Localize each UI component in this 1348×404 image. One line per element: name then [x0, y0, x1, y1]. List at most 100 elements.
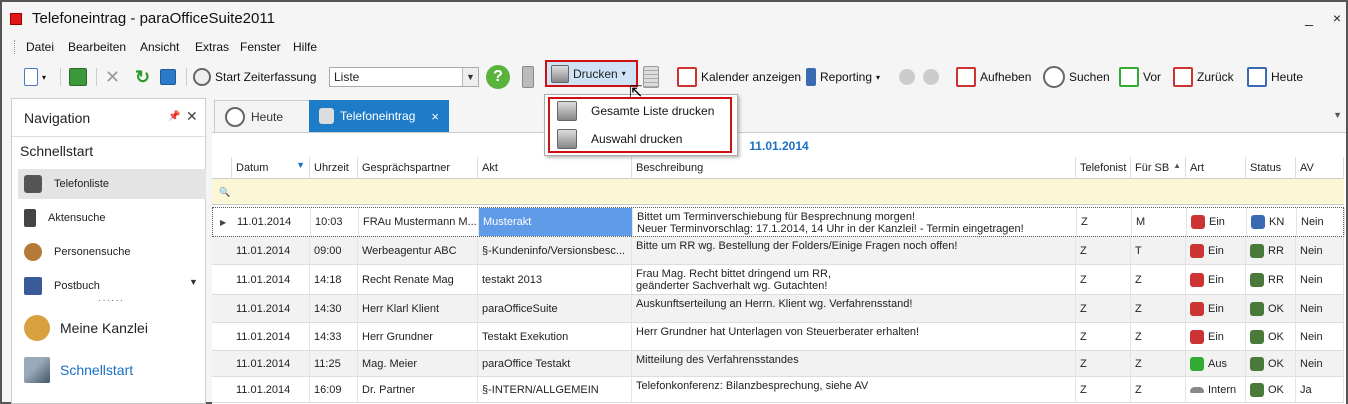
nav-item-aktensuche[interactable]: Aktensuche	[18, 203, 206, 233]
filter-row[interactable]: 🔍	[212, 179, 1344, 205]
reporting-button[interactable]: Reporting ▾	[806, 65, 880, 89]
cell-beschreibung: Frau Mag. Recht bittet dringend um RR, g…	[632, 265, 1076, 294]
telefon-grid: 11.01.2014 Datum ▼ Uhrzeit Gesprächspartn…	[212, 132, 1346, 404]
report-icon	[806, 68, 816, 86]
clock-icon	[225, 106, 245, 127]
highlight-box	[548, 97, 732, 153]
calendar-today-icon	[1247, 67, 1267, 87]
status-label: OK	[1268, 383, 1284, 396]
chevron-down-icon[interactable]: ▼	[1333, 110, 1342, 120]
column-header-art[interactable]: Art	[1186, 157, 1246, 179]
cell-beschreibung: Auskunftserteilung an Herrn. Klient wg. …	[632, 295, 1076, 322]
column-header-akt[interactable]: Akt	[478, 157, 632, 179]
phone-in-icon	[1190, 301, 1204, 316]
nav-meine-kanzlei[interactable]: Meine Kanzlei	[24, 311, 148, 345]
table-row[interactable]: 11.01.2014 11:25 Mag. Meier paraOffice T…	[212, 351, 1344, 377]
window-title: Telefoneintrag - paraOfficeSuite2011	[32, 10, 275, 27]
cell-uhrzeit: 16:09	[310, 377, 358, 402]
cell-akt: §-INTERN/ALLGEMEIN	[478, 377, 632, 402]
kalender-anzeigen-button[interactable]: Kalender anzeigen	[677, 65, 801, 89]
refresh-button[interactable]: ↻	[135, 65, 150, 89]
cell-telefonist: Z	[1076, 351, 1131, 376]
cell-uhrzeit: 14:33	[310, 323, 358, 350]
heute-button[interactable]: Heute	[1247, 65, 1303, 89]
arrow-down-icon	[923, 69, 939, 85]
drucken-button[interactable]: Drucken ▾	[545, 60, 638, 87]
cell-uhrzeit: 14:30	[310, 295, 358, 322]
column-header-fuer-sb[interactable]: Für SB ▲	[1131, 157, 1186, 179]
cell-status: OK	[1246, 295, 1296, 322]
suchen-button[interactable]: Suchen	[1043, 65, 1110, 89]
tab-telefoneintrag[interactable]: Telefoneintrag ×	[309, 100, 449, 132]
chevron-down-icon: ▼	[462, 68, 478, 86]
menu-ansicht[interactable]: Ansicht	[140, 40, 179, 54]
table-row[interactable]: ▶ 11.01.2014 10:03 FRAu Mustermann M... …	[212, 207, 1345, 237]
door-icon	[522, 66, 534, 88]
close-icon[interactable]: ✕	[186, 108, 198, 125]
view-select[interactable]: Liste ▼	[329, 67, 479, 87]
cell-partner: Werbeagentur ABC	[358, 237, 478, 264]
close-tab-icon[interactable]: ×	[431, 109, 439, 124]
pin-icon[interactable]: 📌	[168, 111, 180, 122]
heute-label: Heute	[1271, 70, 1304, 84]
table-row[interactable]: 11.01.2014 14:18 Recht Renate Mag testak…	[212, 265, 1344, 295]
start-zeiterfassung-button[interactable]: Start Zeiterfassung	[193, 65, 316, 89]
nav-item-personensuche[interactable]: Personensuche	[18, 237, 206, 267]
help-button[interactable]: ?	[486, 65, 510, 89]
column-header-status[interactable]: Status	[1246, 157, 1296, 179]
table-row[interactable]: 11.01.2014 09:00 Werbeagentur ABC §-Kund…	[212, 237, 1344, 265]
callback-status-icon	[1250, 272, 1264, 287]
save-button[interactable]	[69, 65, 87, 89]
table-row[interactable]: 11.01.2014 16:09 Dr. Partner §-INTERN/AL…	[212, 377, 1344, 403]
cell-fuer-sb: Z	[1131, 377, 1186, 402]
column-header-label: Datum	[236, 162, 269, 174]
kalender-label: Kalender anzeigen	[701, 70, 802, 84]
chevron-down-icon[interactable]: ▼	[189, 277, 198, 287]
chevron-down-icon: ▾	[876, 72, 881, 82]
column-header-partner[interactable]: Gesprächspartner	[358, 157, 478, 179]
aufheben-label: Aufheben	[980, 70, 1032, 84]
cell-akt[interactable]: Musterakt	[479, 208, 633, 236]
nav-meine-kanzlei-label: Meine Kanzlei	[60, 320, 148, 336]
door-button[interactable]	[522, 65, 534, 89]
list-button[interactable]	[643, 65, 659, 89]
cell-akt: Testakt Exekution	[478, 323, 632, 350]
calendar-back-icon	[1173, 67, 1193, 87]
cell-fuer-sb: Z	[1131, 323, 1186, 350]
column-header-telefonist[interactable]: Telefonist	[1076, 157, 1131, 179]
close-window-button[interactable]: ×	[1328, 10, 1346, 26]
aufheben-button[interactable]: Aufheben	[956, 65, 1031, 89]
nav-schnellstart[interactable]: Schnellstart	[24, 353, 133, 387]
column-header-av[interactable]: AV	[1296, 157, 1344, 179]
vor-button[interactable]: Vor	[1119, 65, 1161, 89]
new-document-button[interactable]: ▾	[24, 65, 46, 89]
menu-fenster[interactable]: Fenster	[240, 40, 281, 54]
delete-button[interactable]: ✕	[105, 65, 120, 89]
menu-extras[interactable]: Extras	[195, 40, 229, 54]
phone-in-icon	[1190, 329, 1204, 344]
filter-icon[interactable]: ▼	[296, 160, 305, 170]
table-row[interactable]: 11.01.2014 14:30 Herr Klarl Klient paraO…	[212, 295, 1344, 323]
cell-uhrzeit: 14:18	[310, 265, 358, 294]
column-header-datum[interactable]: Datum ▼	[232, 157, 310, 179]
splitter-grip[interactable]: ······	[98, 295, 124, 306]
menu-bearbeiten[interactable]: Bearbeiten	[68, 40, 126, 54]
cell-fuer-sb: T	[1131, 237, 1186, 264]
table-row[interactable]: 11.01.2014 14:33 Herr Grundner Testakt E…	[212, 323, 1344, 351]
nav-item-telefonliste[interactable]: Telefonliste	[18, 169, 206, 199]
down-button[interactable]	[923, 65, 939, 89]
navigation-section-title: Schnellstart	[20, 143, 94, 159]
menu-datei[interactable]: Datei	[26, 40, 54, 54]
column-header-beschreibung[interactable]: Beschreibung	[632, 157, 1076, 179]
minimize-button[interactable]: _	[1300, 10, 1318, 26]
phone-intern-icon	[1190, 386, 1204, 393]
cell-datum: 11.01.2014	[232, 351, 310, 376]
ok-status-icon	[1250, 329, 1264, 344]
zurueck-button[interactable]: Zurück	[1173, 65, 1234, 89]
grid-view-button[interactable]	[160, 65, 176, 89]
cell-art: Intern	[1186, 377, 1246, 402]
menu-hilfe[interactable]: Hilfe	[293, 40, 317, 54]
tab-heute[interactable]: Heute	[214, 100, 310, 132]
column-header-uhrzeit[interactable]: Uhrzeit	[310, 157, 358, 179]
up-button[interactable]	[899, 65, 915, 89]
